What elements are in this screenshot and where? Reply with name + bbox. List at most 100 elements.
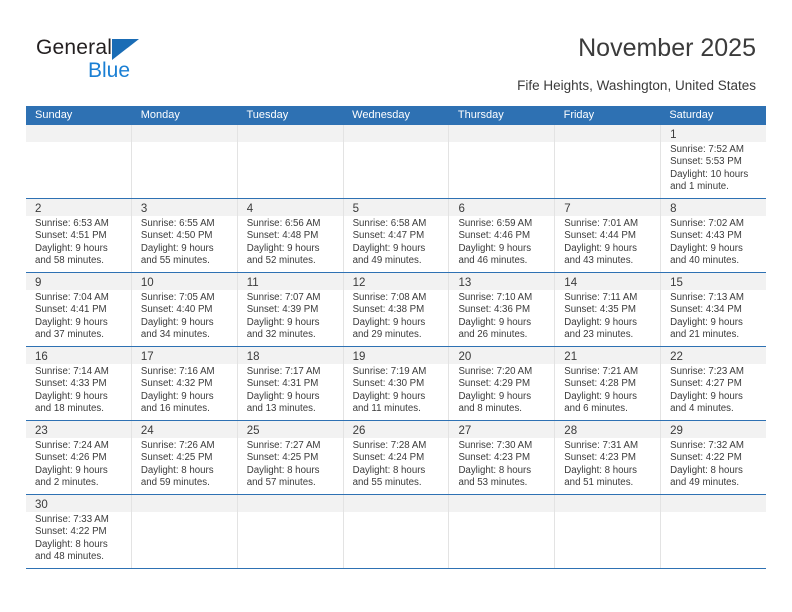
sunset-text: Sunset: 4:31 PM xyxy=(246,378,319,390)
calendar-week-row: 2 Sunrise: 6:53 AM Sunset: 4:51 PM Daylight… xyxy=(26,199,767,273)
day-number: 1 xyxy=(670,129,677,141)
day-number-band xyxy=(343,495,449,512)
sunset-text: Sunset: 4:41 PM xyxy=(35,304,107,316)
day-details: Sunrise: 7:30 AM Sunset: 4:23 PM Daylight:… xyxy=(449,438,554,494)
sunset-text: Sunset: 4:40 PM xyxy=(140,304,213,316)
calendar-day-cell[interactable]: 22 Sunrise: 7:23 AM Sunset: 4:27 PM Dayligh… xyxy=(661,347,767,420)
calendar-day-cell[interactable]: 5 Sunrise: 6:58 AM Sunset: 4:47 PM Daylight… xyxy=(343,199,450,272)
calendar-day-empty xyxy=(449,495,556,568)
day-number: 24 xyxy=(140,425,154,437)
calendar-day-cell[interactable]: 17 Sunrise: 7:16 AM Sunset: 4:32 PM Dayligh… xyxy=(131,347,238,420)
sunset-text: Sunset: 4:50 PM xyxy=(140,230,213,242)
calendar-day-cell[interactable]: 13 Sunrise: 7:10 AM Sunset: 4:36 PM Dayligh… xyxy=(449,273,556,346)
sunrise-text: Sunrise: 7:24 AM xyxy=(35,440,109,451)
calendar-day-cell[interactable]: 26 Sunrise: 7:28 AM Sunset: 4:24 PM Dayligh… xyxy=(343,421,450,494)
day-number: 13 xyxy=(458,277,472,289)
calendar-day-cell[interactable]: 6 Sunrise: 6:59 AM Sunset: 4:46 PM Daylight… xyxy=(449,199,556,272)
day-number-band: 30 xyxy=(26,495,131,512)
calendar-day-cell[interactable]: 4 Sunrise: 6:56 AM Sunset: 4:48 PM Daylight… xyxy=(237,199,344,272)
calendar-day-cell[interactable]: 15 Sunrise: 7:13 AM Sunset: 4:34 PM Dayligh… xyxy=(661,273,767,346)
calendar-day-cell[interactable]: 1 Sunrise: 7:52 AM Sunset: 5:53 PM Daylight… xyxy=(661,125,767,198)
day-number: 5 xyxy=(352,203,359,215)
day-details xyxy=(344,512,449,518)
calendar-day-empty xyxy=(131,125,238,198)
day-number: 16 xyxy=(35,351,48,363)
calendar-day-cell[interactable]: 29 Sunrise: 7:32 AM Sunset: 4:22 PM Dayligh… xyxy=(661,421,767,494)
weekday-header-monday: Monday xyxy=(140,109,180,121)
calendar-day-cell[interactable]: 3 Sunrise: 6:55 AM Sunset: 4:50 PM Daylight… xyxy=(131,199,238,272)
sunrise-text: Sunrise: 7:27 AM xyxy=(246,440,321,451)
sunset-text: Sunset: 4:22 PM xyxy=(35,526,107,538)
calendar-day-empty xyxy=(449,125,556,198)
sunrise-text: Sunrise: 7:07 AM xyxy=(246,292,321,303)
sunset-text: Sunset: 4:38 PM xyxy=(352,304,425,316)
day-number-band: 12 xyxy=(343,273,449,290)
daylight-text: Daylight: 8 hours xyxy=(458,464,532,476)
sunrise-text: Sunrise: 7:26 AM xyxy=(140,440,215,451)
daylight-text-cont: and 8 minutes. xyxy=(458,403,522,415)
calendar-day-cell[interactable]: 30 Sunrise: 7:33 AM Sunset: 4:22 PM Dayligh… xyxy=(26,495,132,568)
day-number: 30 xyxy=(35,499,48,511)
sunset-text: Sunset: 4:30 PM xyxy=(352,378,425,390)
daylight-text: Daylight: 9 hours xyxy=(140,242,214,254)
day-details xyxy=(26,142,131,148)
calendar-day-cell[interactable]: 2 Sunrise: 6:53 AM Sunset: 4:51 PM Daylight… xyxy=(26,199,132,272)
calendar-day-cell[interactable]: 16 Sunrise: 7:14 AM Sunset: 4:33 PM Dayligh… xyxy=(26,347,132,420)
daylight-text: Daylight: 8 hours xyxy=(564,464,637,476)
calendar-week-row: 30 Sunrise: 7:33 AM Sunset: 4:22 PM Dayligh… xyxy=(26,495,767,569)
day-details: Sunrise: 7:02 AM Sunset: 4:43 PM Daylight:… xyxy=(661,216,766,272)
calendar-day-cell[interactable]: 23 Sunrise: 7:24 AM Sunset: 4:26 PM Dayligh… xyxy=(26,421,132,494)
calendar-day-cell[interactable]: 24 Sunrise: 7:26 AM Sunset: 4:25 PM Dayligh… xyxy=(131,421,238,494)
daylight-text: Daylight: 9 hours xyxy=(670,316,743,328)
day-number-band: 19 xyxy=(343,347,449,364)
day-number-band xyxy=(237,495,343,512)
day-number: 29 xyxy=(670,425,683,437)
day-number-band: 20 xyxy=(449,347,555,364)
day-number-band xyxy=(343,125,449,142)
calendar-day-cell[interactable]: 28 Sunrise: 7:31 AM Sunset: 4:23 PM Dayligh… xyxy=(555,421,662,494)
calendar-day-cell[interactable]: 7 Sunrise: 7:01 AM Sunset: 4:44 PM Daylight… xyxy=(555,199,662,272)
calendar-day-cell[interactable]: 10 Sunrise: 7:05 AM Sunset: 4:40 PM Dayligh… xyxy=(131,273,238,346)
day-number-band: 22 xyxy=(661,347,767,364)
sunset-text: Sunset: 4:34 PM xyxy=(670,304,742,316)
calendar-day-cell[interactable]: 12 Sunrise: 7:08 AM Sunset: 4:38 PM Dayligh… xyxy=(343,273,450,346)
day-number-band: 11 xyxy=(237,273,343,290)
daylight-text-cont: and 2 minutes. xyxy=(35,477,99,489)
sunset-text: Sunset: 4:36 PM xyxy=(458,304,531,316)
calendar-day-cell[interactable]: 9 Sunrise: 7:04 AM Sunset: 4:41 PM Daylight… xyxy=(26,273,132,346)
weekday-header-sunday: Sunday xyxy=(35,109,73,121)
daylight-text: Daylight: 8 hours xyxy=(246,464,320,476)
calendar-week-row: 9 Sunrise: 7:04 AM Sunset: 4:41 PM Daylight… xyxy=(26,273,767,347)
day-number: 19 xyxy=(352,351,366,363)
calendar-day-cell[interactable]: 27 Sunrise: 7:30 AM Sunset: 4:23 PM Dayligh… xyxy=(449,421,556,494)
day-details: Sunrise: 7:33 AM Sunset: 4:22 PM Daylight:… xyxy=(26,512,131,568)
sunset-text: Sunset: 4:48 PM xyxy=(246,230,319,242)
sunrise-text: Sunrise: 7:23 AM xyxy=(670,366,744,377)
calendar-day-cell[interactable]: 25 Sunrise: 7:27 AM Sunset: 4:25 PM Dayligh… xyxy=(237,421,344,494)
weekday-header-saturday: Saturday xyxy=(669,109,714,121)
calendar-day-cell[interactable]: 20 Sunrise: 7:20 AM Sunset: 4:29 PM Dayligh… xyxy=(449,347,556,420)
day-number: 2 xyxy=(35,203,42,215)
calendar-day-cell[interactable]: 8 Sunrise: 7:02 AM Sunset: 4:43 PM Daylight… xyxy=(661,199,767,272)
calendar-week-row: 1 Sunrise: 7:52 AM Sunset: 5:53 PM Daylight… xyxy=(26,125,767,199)
calendar-day-cell[interactable]: 21 Sunrise: 7:21 AM Sunset: 4:28 PM Dayligh… xyxy=(555,347,662,420)
day-number-band: 28 xyxy=(555,421,661,438)
day-details: Sunrise: 7:01 AM Sunset: 4:44 PM Daylight:… xyxy=(555,216,660,272)
sunset-text: Sunset: 4:23 PM xyxy=(458,452,531,464)
daylight-text: Daylight: 9 hours xyxy=(458,316,532,328)
general-blue-logo[interactable]: General Blue xyxy=(36,36,226,92)
day-details xyxy=(661,512,766,518)
calendar-day-cell[interactable]: 19 Sunrise: 7:19 AM Sunset: 4:30 PM Dayligh… xyxy=(343,347,450,420)
day-details: Sunrise: 7:17 AM Sunset: 4:31 PM Daylight:… xyxy=(238,364,343,420)
daylight-text: Daylight: 9 hours xyxy=(352,390,426,402)
day-details: Sunrise: 7:28 AM Sunset: 4:24 PM Daylight:… xyxy=(344,438,449,494)
day-details: Sunrise: 7:20 AM Sunset: 4:29 PM Daylight:… xyxy=(449,364,554,420)
calendar-day-cell[interactable]: 18 Sunrise: 7:17 AM Sunset: 4:31 PM Dayligh… xyxy=(237,347,344,420)
day-number-band: 10 xyxy=(131,273,237,290)
calendar-day-cell[interactable]: 14 Sunrise: 7:11 AM Sunset: 4:35 PM Dayligh… xyxy=(555,273,662,346)
calendar-day-cell[interactable]: 11 Sunrise: 7:07 AM Sunset: 4:39 PM Dayligh… xyxy=(237,273,344,346)
calendar-day-empty xyxy=(343,495,450,568)
day-details: Sunrise: 7:23 AM Sunset: 4:27 PM Daylight:… xyxy=(661,364,766,420)
daylight-text: Daylight: 9 hours xyxy=(246,242,320,254)
sunset-text: Sunset: 4:47 PM xyxy=(352,230,425,242)
